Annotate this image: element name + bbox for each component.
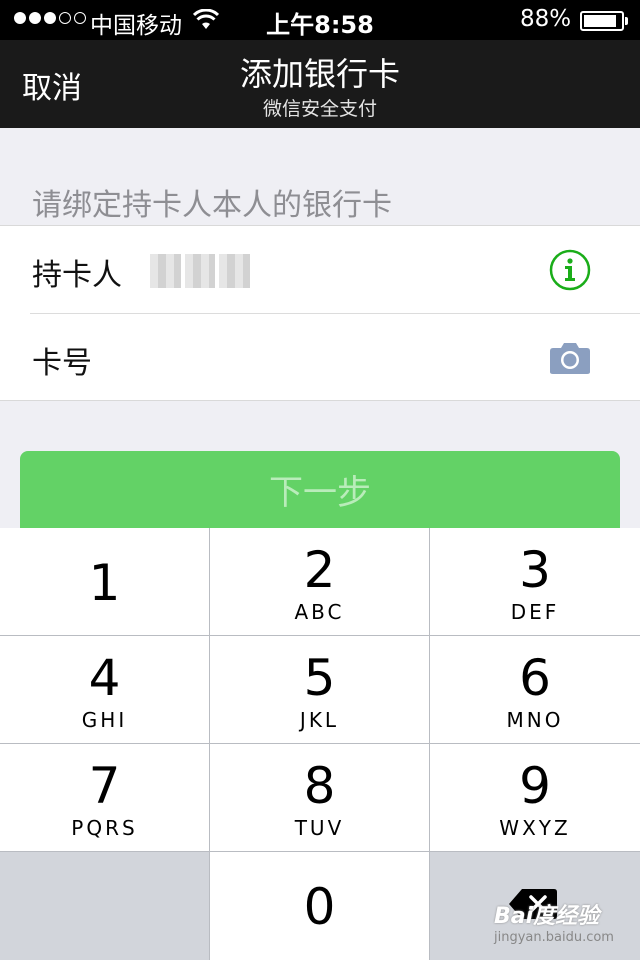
key-letters: GHI [81, 708, 128, 732]
key-letters: MNO [506, 708, 564, 732]
camera-icon[interactable] [549, 341, 591, 375]
battery-percent: 88% [520, 6, 572, 32]
key-digit: 5 [303, 649, 336, 707]
key-1[interactable]: 1 [0, 528, 209, 635]
key-digit: 3 [519, 541, 551, 599]
key-2[interactable]: 2 ABC [210, 528, 429, 635]
cardholder-label: 持卡人 [32, 258, 122, 293]
numeric-keypad: 1 2 ABC 3 DEF 4 GHI 5 JKL 6 MNO 7 PQRS 8… [0, 528, 640, 960]
key-letters: PQRS [71, 816, 138, 840]
battery-tip [625, 17, 628, 25]
page-subtitle: 微信安全支付 [262, 98, 377, 120]
key-0[interactable]: 0 [210, 852, 429, 960]
key-letters: WXYZ [499, 816, 571, 840]
key-9[interactable]: 9 WXYZ [430, 744, 640, 851]
key-digit: 9 [519, 757, 551, 815]
key-3[interactable]: 3 DEF [430, 528, 640, 635]
section-label: 请绑定持卡人本人的银行卡 [32, 188, 392, 223]
key-8[interactable]: 8 TUV [210, 744, 429, 851]
key-digit: 4 [88, 649, 121, 707]
key-6[interactable]: 6 MNO [430, 636, 640, 743]
key-digit: 8 [303, 757, 336, 815]
key-7[interactable]: 7 PQRS [0, 744, 209, 851]
baidu-watermark: Bai度经验 jingyan.baidu.com [494, 898, 614, 945]
key-digit: 0 [303, 878, 336, 936]
watermark-main: Bai度经验 [494, 904, 600, 929]
key-4[interactable]: 4 GHI [0, 636, 209, 743]
key-letters: ABC [294, 600, 345, 624]
watermark-url: jingyan.baidu.com [494, 930, 614, 945]
key-5[interactable]: 5 JKL [210, 636, 429, 743]
key-digit: 2 [303, 541, 336, 599]
card-form: 持卡人 卡号 [0, 225, 640, 401]
info-icon[interactable] [549, 249, 591, 291]
key-blank [0, 852, 209, 960]
page-title: 添加银行卡 [239, 55, 400, 93]
key-digit: 6 [519, 649, 551, 707]
card-number-row[interactable]: 卡号 [0, 314, 640, 402]
card-number-label: 卡号 [32, 346, 92, 381]
battery-icon [580, 11, 624, 31]
key-letters: TUV [294, 816, 345, 840]
cardholder-name-blurred [150, 254, 251, 288]
cardholder-row: 持卡人 [0, 226, 640, 314]
key-letters: JKL [299, 708, 340, 732]
nav-bar: 取消 添加银行卡 微信安全支付 [0, 40, 640, 128]
key-letters: DEF [510, 600, 560, 624]
status-bar: 中国移动 上午8:58 88% [0, 0, 640, 40]
key-digit: 7 [88, 757, 121, 815]
key-digit: 1 [88, 554, 121, 612]
